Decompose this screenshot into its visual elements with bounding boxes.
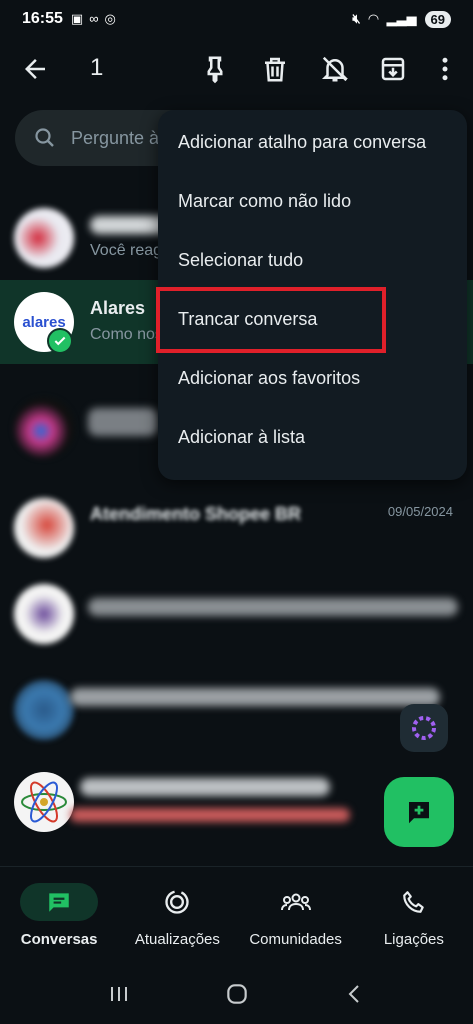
voicemail-icon: ∞ — [89, 11, 99, 26]
chat-icon — [20, 883, 99, 921]
meta-ai-icon — [412, 716, 436, 740]
nav-tab-ligacoes[interactable]: Ligações — [355, 867, 473, 958]
status-time: 16:55 — [22, 10, 63, 27]
nav-tab-conversas[interactable]: Conversas — [0, 867, 118, 958]
avatar — [14, 398, 74, 458]
avatar — [14, 584, 74, 644]
selected-count: 1 — [90, 54, 104, 81]
nav-tab-atualizacoes[interactable]: Atualizações — [118, 867, 236, 958]
avatar — [14, 772, 74, 832]
menu-item-add-favorites[interactable]: Adicionar aos favoritos — [158, 349, 467, 408]
menu-item-add-shortcut[interactable]: Adicionar atalho para conversa — [158, 113, 467, 172]
pin-icon[interactable] — [200, 54, 230, 84]
battery-indicator: 69 — [424, 10, 451, 28]
home-icon[interactable] — [224, 981, 250, 1007]
chat-row[interactable]: Atendimento Shopee BR 09/05/2024 — [0, 486, 473, 570]
avatar — [14, 680, 74, 740]
highlight-box — [156, 287, 386, 353]
wifi-icon: ◠ — [368, 11, 379, 26]
more-options-icon[interactable] — [430, 54, 460, 84]
menu-item-add-to-list[interactable]: Adicionar à lista — [158, 408, 467, 467]
signal-icon: ▂▃▅ — [386, 11, 417, 26]
back-arrow-icon[interactable] — [20, 54, 50, 84]
chat-name: Atendimento Shopee BR — [90, 504, 302, 524]
nav-label: Ligações — [383, 931, 444, 948]
delete-icon[interactable] — [260, 54, 290, 84]
nav-label: Conversas — [20, 931, 98, 948]
meta-ai-button[interactable] — [400, 704, 448, 752]
communities-icon — [257, 883, 335, 921]
new-chat-button[interactable] — [384, 777, 454, 847]
mute-icon: 🔇︎ — [352, 11, 361, 26]
updates-icon — [138, 883, 216, 921]
screenshot-icon: ▣ — [70, 11, 84, 26]
menu-item-select-all[interactable]: Selecionar tudo — [158, 231, 467, 290]
nav-tab-comunidades[interactable]: Comunidades — [237, 867, 355, 958]
archive-icon[interactable] — [378, 54, 408, 84]
chat-date: 09/05/2024 — [387, 504, 453, 519]
chat-row[interactable] — [0, 572, 473, 656]
nav-label: Atualizações — [134, 931, 220, 948]
sync-icon: ◎ — [104, 11, 116, 26]
search-icon — [33, 126, 57, 150]
system-navigation-bar — [0, 964, 473, 1024]
phone-icon — [375, 883, 453, 921]
bottom-navigation: Conversas Atualizações Comunidades Ligaç… — [0, 866, 473, 958]
menu-item-mark-unread[interactable]: Marcar como não lido — [158, 172, 467, 231]
new-chat-icon — [409, 802, 429, 824]
recent-apps-icon[interactable] — [107, 982, 131, 1006]
nav-label: Comunidades — [249, 931, 342, 948]
selected-check-icon — [47, 328, 73, 354]
status-notification-icons: ▣ ∞ ◎ — [71, 11, 116, 27]
selection-toolbar: 1 — [0, 40, 473, 98]
chat-name: Alares — [90, 298, 146, 318]
status-bar: 16:55 ▣ ∞ ◎ 🔇︎ ◠ ▂▃▅ 69 — [0, 0, 473, 38]
mute-notifications-icon[interactable] — [320, 54, 350, 84]
avatar — [14, 208, 74, 268]
avatar — [14, 498, 74, 558]
back-icon[interactable] — [343, 982, 367, 1006]
